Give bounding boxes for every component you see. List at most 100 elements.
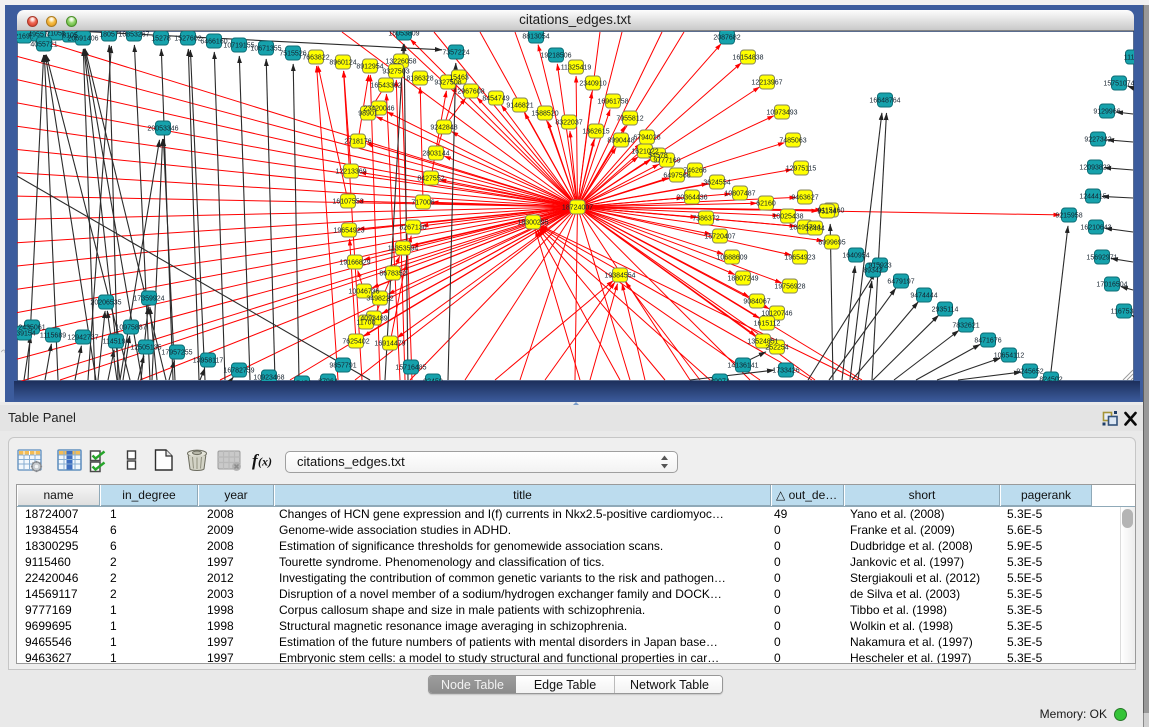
svg-text:18434: 18434 [805,225,825,232]
svg-text:20364436: 20364436 [676,194,707,201]
svg-text:15751074: 15751074 [1103,80,1134,87]
svg-text:3498222: 3498222 [366,295,393,302]
svg-text:17957255: 17957255 [161,349,192,356]
svg-text:17359924: 17359924 [133,295,164,302]
svg-text:8960124: 8960124 [329,59,356,66]
svg-text:17016504: 17016504 [1096,281,1127,288]
svg-text:14136141: 14136141 [727,362,758,369]
svg-text:9084067: 9084067 [743,298,770,305]
svg-text:939154: 939154 [17,330,36,337]
svg-text:87964: 87964 [318,378,338,381]
svg-text:1244415: 1244415 [1079,193,1106,200]
svg-text:19654923: 19654923 [784,254,815,261]
svg-text:95144: 95144 [817,208,837,215]
svg-text:3624554: 3624554 [703,179,730,186]
svg-text:9463627: 9463627 [791,194,818,201]
svg-text:18300295: 18300295 [517,219,548,226]
svg-text:20691406: 20691406 [67,35,98,42]
svg-text:16210643: 16210643 [1080,224,1111,231]
svg-text:18807249: 18807249 [727,275,758,282]
svg-text:6497568: 6497568 [663,172,690,179]
svg-text:9215958: 9215958 [1055,212,1082,219]
svg-text:19756928: 19756928 [774,283,805,290]
svg-text:10975887: 10975887 [115,324,146,331]
svg-text:9227342: 9227342 [1084,136,1111,143]
svg-text:1362615: 1362615 [582,128,609,135]
svg-text:2087682: 2087682 [713,34,740,41]
svg-text:252254: 252254 [765,344,788,351]
svg-text:11325419: 11325419 [561,64,592,71]
svg-text:12213967: 12213967 [751,79,782,86]
svg-text:15692971: 15692971 [1086,254,1117,261]
svg-text:97450: 97450 [292,380,312,381]
svg-text:10807487: 10807487 [724,190,755,197]
svg-text:20206535: 20206535 [90,299,121,306]
svg-text:89074: 89074 [710,378,730,381]
svg-text:19384554: 19384554 [604,272,635,279]
svg-text:1588520: 1588520 [531,110,558,117]
svg-text:16154838: 16154838 [732,54,763,61]
svg-text:824502: 824502 [1039,376,1062,381]
svg-text:7357224: 7357224 [442,49,469,56]
svg-text:15278: 15278 [151,35,171,42]
svg-text:16107553: 16107553 [332,198,363,205]
svg-text:9129966: 9129966 [1093,108,1120,115]
svg-text:8427552: 8427552 [417,175,444,182]
svg-text:1115689: 1115689 [40,332,66,339]
svg-text:16914479: 16914479 [374,340,405,347]
svg-text:7625402: 7625402 [342,338,369,345]
svg-text:8990448: 8990448 [607,137,634,144]
svg-text:12213369: 12213369 [335,168,366,175]
svg-text:6479197: 6479197 [887,278,914,285]
svg-text:19654923: 19654923 [333,227,364,234]
svg-text:10671355: 10671355 [250,45,281,52]
svg-text:12093822: 12093822 [1079,164,1110,171]
svg-text:13958117: 13958117 [193,357,224,364]
svg-text:1733426: 1733426 [772,367,799,374]
svg-text:15716485: 15716485 [395,364,426,371]
svg-text:9777169: 9777169 [653,157,680,164]
svg-text:9474444: 9474444 [910,292,937,299]
svg-text:6794028: 6794028 [633,134,660,141]
svg-text:10688609: 10688609 [716,254,747,261]
svg-text:2718176: 2718176 [344,138,371,145]
svg-text:9146821: 9146821 [506,102,533,109]
svg-text:717006: 717006 [411,199,434,206]
svg-text:13226058: 13226058 [385,58,416,65]
svg-text:15463: 15463 [449,74,469,81]
svg-text:2340910: 2340910 [579,80,606,87]
svg-text:16782759: 16782759 [223,367,254,374]
svg-text:7955812: 7955812 [616,115,643,122]
svg-text:8912954: 8912954 [356,63,383,70]
svg-text:20053346: 20053346 [147,125,178,132]
svg-text:7663822: 7663822 [302,54,329,61]
svg-text:10973493: 10973493 [766,109,797,116]
svg-text:4055721: 4055721 [30,41,57,48]
svg-text:19218506: 19218506 [540,52,571,59]
svg-text:16053809: 16053809 [388,31,419,37]
svg-text:89342: 89342 [863,267,883,274]
svg-text:1145194: 1145194 [103,338,130,345]
svg-text:11700: 11700 [357,319,376,326]
svg-text:16961758: 16961758 [597,98,628,105]
svg-text:12975115: 12975115 [786,165,817,172]
svg-text:11124: 11124 [1124,54,1134,61]
svg-text:2803144: 2803144 [422,150,449,157]
svg-text:10120746: 10120746 [761,310,792,317]
svg-text:10853267: 10853267 [118,31,149,38]
svg-text:19166829: 19166829 [339,259,370,266]
svg-text:10025438: 10025438 [772,213,803,220]
svg-text:12505135: 12505135 [130,344,161,351]
svg-text:10654112: 10654112 [994,352,1025,359]
svg-text:8813054: 8813054 [522,33,549,40]
svg-text:(x): (x) [258,455,272,469]
svg-text:18724007: 18724007 [562,204,593,211]
svg-text:62160: 62160 [756,200,776,207]
svg-text:49557: 49557 [28,31,48,38]
svg-text:8186328: 8186328 [406,75,433,82]
svg-text:2935114: 2935114 [932,306,959,313]
svg-text:1167534: 1167534 [1111,308,1134,315]
svg-text:10923468: 10923468 [253,374,284,381]
svg-text:7386372: 7386372 [692,215,719,222]
svg-text:12942737: 12942737 [67,334,98,341]
